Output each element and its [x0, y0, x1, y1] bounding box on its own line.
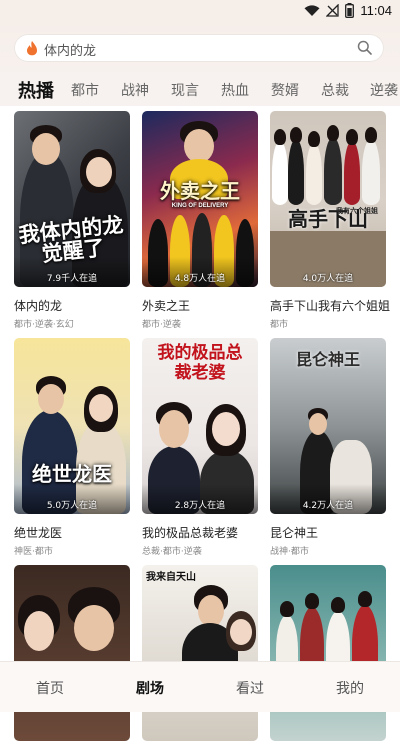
nav-home[interactable]: 首页: [36, 678, 64, 698]
tab-urban[interactable]: 都市: [71, 80, 99, 100]
viewer-count: 2.8万人在追: [174, 501, 226, 511]
tab-war-god[interactable]: 战神: [121, 80, 149, 100]
poster-image[interactable]: 外卖之王 KING OF DELIVERY 4.8万人在追: [142, 111, 258, 287]
tab-hot[interactable]: 热播: [18, 77, 54, 103]
poster-title: 我来自天山: [146, 572, 196, 583]
poster-image[interactable]: [270, 565, 386, 741]
drama-tags: 都市: [270, 320, 289, 330]
search-query: 体内的龙: [44, 44, 97, 59]
tab-ceo[interactable]: 总裁: [321, 80, 349, 100]
tab-hot-blood[interactable]: 热血: [221, 80, 249, 100]
bottom-nav: 首页 剧场 看过 我的: [0, 661, 400, 712]
search-area: 体内的龙: [0, 22, 400, 72]
category-tabs: 热播 都市 战神 现言 热血 赘婿 总裁 逆袭: [0, 72, 400, 106]
drama-title[interactable]: 外卖之王: [142, 297, 190, 314]
poster-image[interactable]: 我体内的龙觉醒了 7.9千人在追: [14, 111, 130, 287]
tab-modern-romance[interactable]: 现言: [171, 80, 199, 100]
nav-history[interactable]: 看过: [236, 678, 264, 698]
drama-title[interactable]: 绝世龙医: [14, 524, 62, 541]
viewer-count: 5.0万人在追: [46, 501, 98, 511]
poster-subtitle: KING OF DELIVERY: [171, 203, 229, 209]
status-icons: 11:04: [304, 3, 392, 18]
viewer-count: 7.9千人在追: [46, 274, 98, 284]
drama-title[interactable]: 高手下山我有六个姐姐: [270, 297, 390, 314]
drama-tags: 神医·都市: [14, 547, 53, 557]
search-input[interactable]: 体内的龙: [14, 34, 384, 62]
poster-subtitle: 我有六个姐姐: [336, 206, 378, 215]
drama-title[interactable]: 体内的龙: [14, 297, 62, 314]
viewer-count: 4.8万人在追: [174, 274, 226, 284]
drama-title[interactable]: 我的极品总裁老婆: [142, 524, 238, 541]
poster-image[interactable]: 我来自天山: [142, 565, 258, 741]
poster-image[interactable]: 昆仑神王 4.2万人在追: [270, 338, 386, 514]
poster-title: 我的极品总裁老婆: [157, 343, 243, 383]
wifi-icon: [304, 4, 320, 16]
sim-icon: [326, 4, 340, 17]
poster-image[interactable]: 我的极品总裁老婆 2.8万人在追: [142, 338, 258, 514]
status-bar: 11:04: [0, 0, 400, 22]
poster-image[interactable]: 绝世龙医 5.0万人在追: [14, 338, 130, 514]
poster-image[interactable]: 高手下山 我有六个姐姐 4.0万人在追: [270, 111, 386, 287]
search-icon[interactable]: [357, 40, 372, 55]
viewer-count: 4.0万人在追: [302, 274, 354, 284]
nav-theater[interactable]: 剧场: [136, 678, 164, 698]
poster-title: 外卖之王: [160, 179, 240, 203]
drama-tags: 都市·逆袭: [142, 320, 181, 330]
drama-tags: 都市·逆袭·玄幻: [14, 320, 74, 330]
tab-comeback[interactable]: 逆袭: [370, 80, 398, 100]
battery-icon: [345, 3, 355, 18]
drama-tags: 总裁·都市·逆袭: [142, 547, 202, 557]
poster-title: 昆仑神王: [295, 350, 360, 369]
poster-image[interactable]: [14, 565, 130, 741]
tab-son-in-law[interactable]: 赘婿: [271, 80, 299, 100]
nav-profile[interactable]: 我的: [336, 678, 364, 698]
viewer-count: 4.2万人在追: [302, 501, 354, 511]
drama-title[interactable]: 昆仑神王: [270, 524, 318, 541]
drama-tags: 战神·都市: [270, 547, 309, 557]
poster-title: 绝世龙医: [32, 462, 112, 486]
flame-icon: [27, 41, 37, 56]
status-time: 11:04: [360, 3, 392, 18]
